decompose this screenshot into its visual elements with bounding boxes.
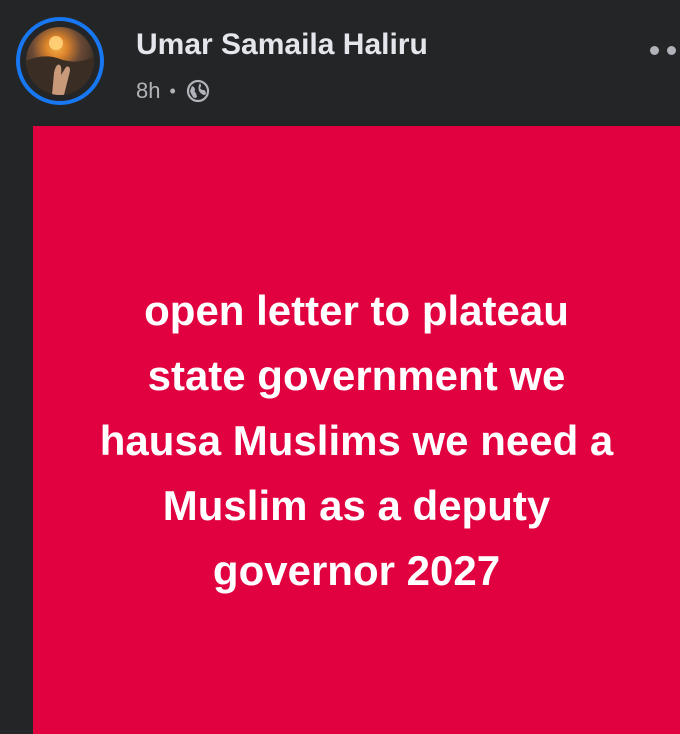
meta-separator: • (169, 80, 176, 101)
post-meta: 8h • (136, 77, 210, 105)
post-text-line: Muslim as a deputy (162, 482, 551, 529)
avatar-photo-icon (26, 36, 94, 95)
post-card: Umar Samaila Haliru 8h • open letter to … (0, 0, 680, 734)
avatar[interactable] (16, 17, 104, 105)
post-timestamp[interactable]: 8h (136, 78, 160, 104)
post-text-line: open letter to plateau (144, 287, 569, 334)
avatar-image (26, 27, 94, 95)
post-text-line: governor 2027 (212, 547, 501, 594)
more-options-icon[interactable] (650, 40, 680, 60)
globe-icon[interactable] (186, 79, 210, 103)
post-text: open letter to plateau state government … (33, 278, 680, 603)
post-content[interactable]: open letter to plateau state government … (33, 126, 680, 734)
more-dot (667, 45, 676, 55)
post-text-line: state government we (147, 352, 566, 399)
post-text-line: hausa Muslims we need a (99, 417, 614, 464)
post-header: Umar Samaila Haliru 8h • (0, 0, 680, 126)
more-dot (650, 45, 659, 55)
author-name[interactable]: Umar Samaila Haliru (136, 28, 428, 62)
